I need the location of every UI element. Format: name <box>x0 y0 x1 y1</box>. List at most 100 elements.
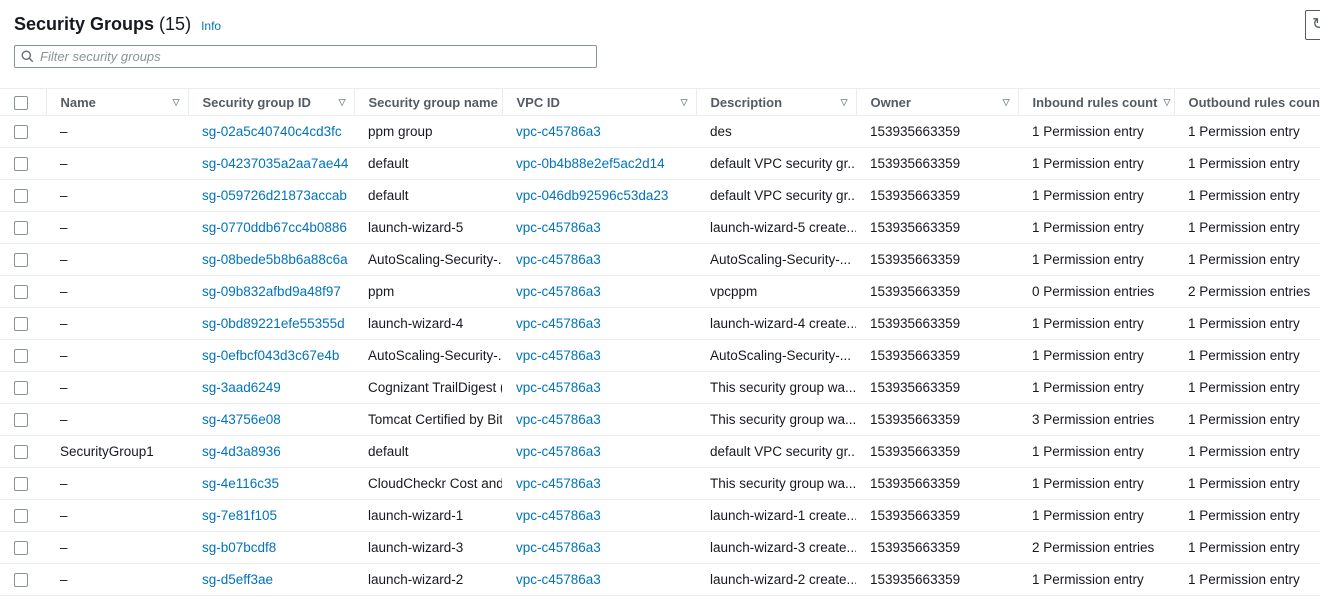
column-filter-icon[interactable]: ▽ <box>1003 97 1010 108</box>
cell-description: des <box>696 116 856 148</box>
security-group-id-link[interactable]: sg-0770ddb67cc4b0886 <box>202 220 347 235</box>
column-filter-icon[interactable]: ▽ <box>339 97 346 108</box>
row-checkbox[interactable] <box>14 477 28 491</box>
cell-security-group-name: Cognizant TrailDigest (... <box>354 372 502 404</box>
row-checkbox[interactable] <box>14 157 28 171</box>
row-checkbox[interactable] <box>14 445 28 459</box>
column-header[interactable]: Inbound rules count ▽ <box>1018 89 1174 116</box>
row-checkbox[interactable] <box>14 221 28 235</box>
vpc-id-link[interactable]: vpc-046db92596c53da23 <box>516 188 668 203</box>
vpc-id-link[interactable]: vpc-c45786a3 <box>516 412 601 427</box>
cell-description: This security group wa... <box>696 468 856 500</box>
vpc-id-link[interactable]: vpc-c45786a3 <box>516 380 601 395</box>
security-group-id-link[interactable]: sg-08bede5b8b6a88c6a <box>202 252 348 267</box>
security-group-id-link[interactable]: sg-059726d21873accab <box>202 188 347 203</box>
cell-vpc-id: vpc-c45786a3 <box>502 468 696 500</box>
table-row[interactable]: – sg-3aad6249 Cognizant TrailDigest (...… <box>0 372 1320 404</box>
column-header[interactable]: VPC ID ▽ <box>502 89 696 116</box>
cell-owner: 153935663359 <box>856 372 1018 404</box>
vpc-id-link[interactable]: vpc-c45786a3 <box>516 348 601 363</box>
security-group-id-link[interactable]: sg-04237035a2aa7ae44 <box>202 156 348 171</box>
cell-name: – <box>46 244 188 276</box>
table-row[interactable]: – sg-43756e08 Tomcat Certified by Bit...… <box>0 404 1320 436</box>
row-checkbox[interactable] <box>14 381 28 395</box>
cell-vpc-id: vpc-c45786a3 <box>502 404 696 436</box>
row-checkbox[interactable] <box>14 349 28 363</box>
vpc-id-link[interactable]: vpc-c45786a3 <box>516 124 601 139</box>
security-group-id-link[interactable]: sg-0efbcf043d3c67e4b <box>202 348 339 363</box>
cell-description: launch-wizard-3 create... <box>696 532 856 564</box>
row-checkbox[interactable] <box>14 541 28 555</box>
row-checkbox[interactable] <box>14 189 28 203</box>
cell-description: launch-wizard-5 create... <box>696 212 856 244</box>
table-row[interactable]: – sg-08bede5b8b6a88c6a AutoScaling-Secur… <box>0 244 1320 276</box>
table-row[interactable]: – sg-09b832afbd9a48f97 ppm vpc-c45786a3 … <box>0 276 1320 308</box>
vpc-id-link[interactable]: vpc-c45786a3 <box>516 540 601 555</box>
table-row[interactable]: – sg-0770ddb67cc4b0886 launch-wizard-5 v… <box>0 212 1320 244</box>
security-group-id-link[interactable]: sg-4d3a8936 <box>202 444 281 459</box>
cell-security-group-id: sg-02a5c40740c4cd3fc <box>188 116 354 148</box>
vpc-id-link[interactable]: vpc-c45786a3 <box>516 220 601 235</box>
refresh-button[interactable]: ↻ <box>1305 10 1320 40</box>
table-row[interactable]: SecurityGroup1 sg-4d3a8936 default vpc-c… <box>0 436 1320 468</box>
security-group-id-link[interactable]: sg-09b832afbd9a48f97 <box>202 284 341 299</box>
table-row[interactable]: – sg-7e81f105 launch-wizard-1 vpc-c45786… <box>0 500 1320 532</box>
cell-vpc-id: vpc-0b4b88e2ef5ac2d14 <box>502 148 696 180</box>
row-checkbox[interactable] <box>14 125 28 139</box>
cell-outbound-rules-count: 1 Permission entry <box>1174 340 1320 372</box>
row-select-cell <box>0 244 46 276</box>
security-group-id-link[interactable]: sg-0bd89221efe55355d <box>202 316 345 331</box>
table-row[interactable]: – sg-4e116c35 CloudCheckr Cost and ... v… <box>0 468 1320 500</box>
cell-description: launch-wizard-1 create... <box>696 500 856 532</box>
info-link[interactable]: Info <box>201 19 221 33</box>
column-filter-icon[interactable]: ▽ <box>681 97 688 108</box>
column-filter-icon[interactable]: ▽ <box>1163 97 1170 108</box>
security-group-id-link[interactable]: sg-02a5c40740c4cd3fc <box>202 124 342 139</box>
row-checkbox[interactable] <box>14 253 28 267</box>
vpc-id-link[interactable]: vpc-c45786a3 <box>516 508 601 523</box>
column-header[interactable]: Owner ▽ <box>856 89 1018 116</box>
row-checkbox[interactable] <box>14 509 28 523</box>
row-checkbox[interactable] <box>14 413 28 427</box>
row-checkbox[interactable] <box>14 573 28 587</box>
column-header[interactable]: Name ▽ <box>46 89 188 116</box>
vpc-id-link[interactable]: vpc-c45786a3 <box>516 284 601 299</box>
cell-description: launch-wizard-2 create... <box>696 564 856 596</box>
row-checkbox[interactable] <box>14 285 28 299</box>
security-group-id-link[interactable]: sg-7e81f105 <box>202 508 277 523</box>
security-group-id-link[interactable]: sg-b07bcdf8 <box>202 540 276 555</box>
table-row[interactable]: – sg-059726d21873accab default vpc-046db… <box>0 180 1320 212</box>
cell-name: – <box>46 532 188 564</box>
table-row[interactable]: – sg-0efbcf043d3c67e4b AutoScaling-Secur… <box>0 340 1320 372</box>
column-filter-icon[interactable]: ▽ <box>173 97 180 108</box>
column-header[interactable]: Description ▽ <box>696 89 856 116</box>
security-group-id-link[interactable]: sg-3aad6249 <box>202 380 281 395</box>
select-all-checkbox[interactable] <box>14 96 28 110</box>
column-filter-icon[interactable]: ▽ <box>841 97 848 108</box>
cell-security-group-name: AutoScaling-Security-... <box>354 340 502 372</box>
column-header[interactable]: Outbound rules count ▽ <box>1174 89 1320 116</box>
table-row[interactable]: – sg-02a5c40740c4cd3fc ppm group vpc-c45… <box>0 116 1320 148</box>
row-checkbox[interactable] <box>14 317 28 331</box>
vpc-id-link[interactable]: vpc-c45786a3 <box>516 444 601 459</box>
vpc-id-link[interactable]: vpc-0b4b88e2ef5ac2d14 <box>516 156 665 171</box>
table-row[interactable]: – sg-04237035a2aa7ae44 default vpc-0b4b8… <box>0 148 1320 180</box>
cell-security-group-id: sg-4e116c35 <box>188 468 354 500</box>
table-row[interactable]: – sg-0bd89221efe55355d launch-wizard-4 v… <box>0 308 1320 340</box>
security-group-id-link[interactable]: sg-4e116c35 <box>202 476 279 491</box>
vpc-id-link[interactable]: vpc-c45786a3 <box>516 476 601 491</box>
vpc-id-link[interactable]: vpc-c45786a3 <box>516 252 601 267</box>
cell-name: – <box>46 468 188 500</box>
cell-outbound-rules-count: 1 Permission entry <box>1174 404 1320 436</box>
column-header[interactable]: Security group name ▽ <box>354 89 502 116</box>
vpc-id-link[interactable]: vpc-c45786a3 <box>516 316 601 331</box>
security-group-id-link[interactable]: sg-43756e08 <box>202 412 281 427</box>
cell-owner: 153935663359 <box>856 436 1018 468</box>
table-row[interactable]: – sg-b07bcdf8 launch-wizard-3 vpc-c45786… <box>0 532 1320 564</box>
cell-owner: 153935663359 <box>856 340 1018 372</box>
table-row[interactable]: – sg-d5eff3ae launch-wizard-2 vpc-c45786… <box>0 564 1320 596</box>
security-group-id-link[interactable]: sg-d5eff3ae <box>202 572 273 587</box>
vpc-id-link[interactable]: vpc-c45786a3 <box>516 572 601 587</box>
column-header[interactable]: Security group ID ▽ <box>188 89 354 116</box>
filter-input[interactable] <box>40 46 590 67</box>
